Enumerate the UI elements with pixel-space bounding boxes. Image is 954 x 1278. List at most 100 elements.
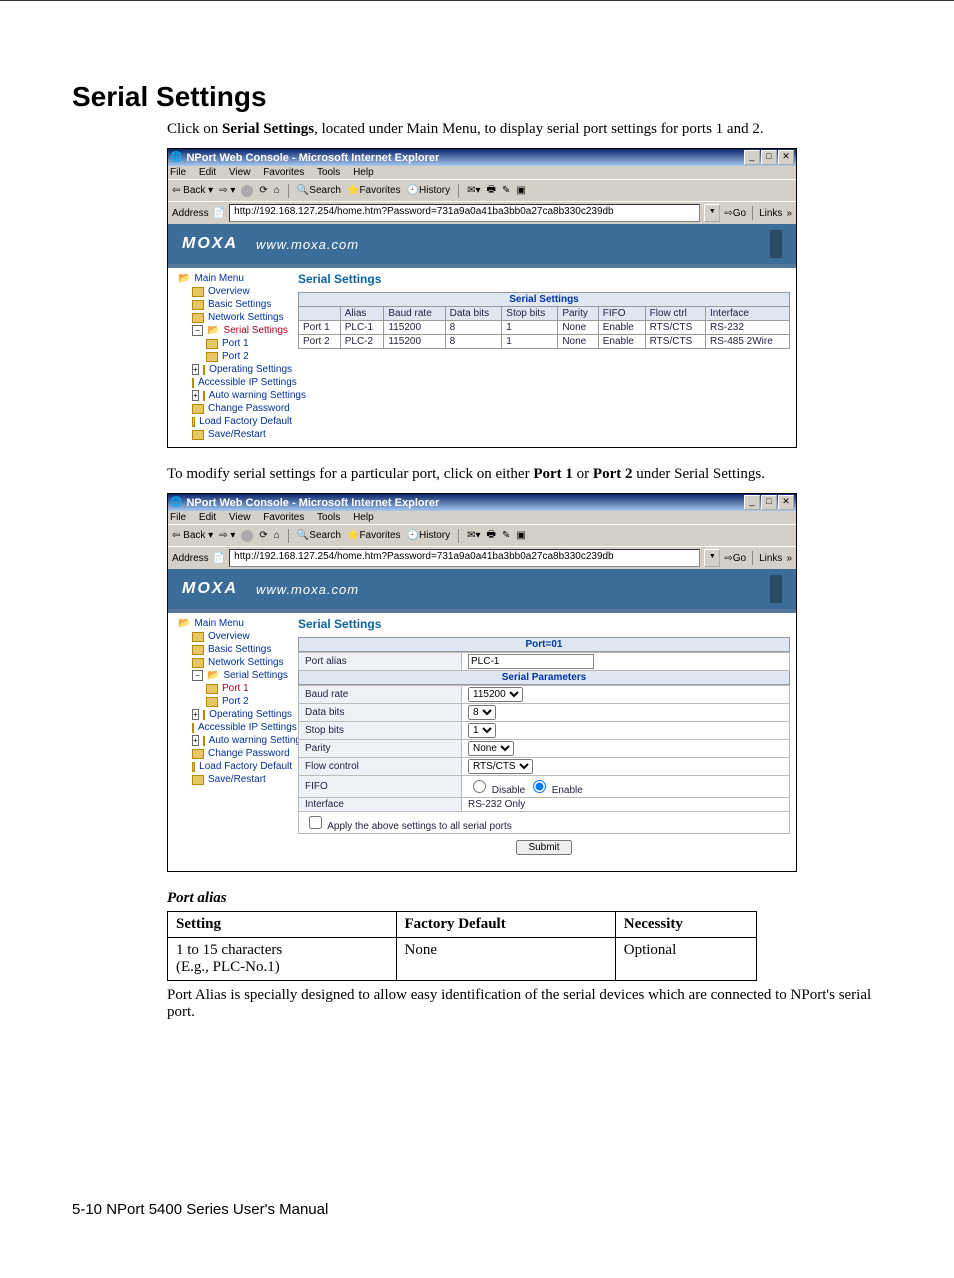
back-button[interactable]: ⇦ Back ▾ [172,530,213,541]
search-button[interactable]: 🔍Search [297,185,341,196]
history-button[interactable]: 🕘History [407,185,451,196]
go-button[interactable]: ⇨Go [724,553,746,564]
nav-network[interactable]: Network Settings [186,656,292,669]
back-button[interactable]: ⇦ Back ▾ [172,185,213,196]
brand-banner: MOXA www.moxa.com [168,569,796,609]
th-flow: Flow ctrl [645,307,705,321]
flow-label: Flow control [299,758,462,776]
nav-basic[interactable]: Basic Settings [186,298,292,311]
stop-icon[interactable] [241,185,253,197]
menu-file[interactable]: File [170,167,186,178]
menu-help[interactable]: Help [353,167,374,178]
td-flow: RTS/CTS [645,321,705,335]
refresh-icon[interactable]: ⟳ [259,530,267,541]
toolbar-divider-2 [458,529,459,543]
minimize-button[interactable]: _ [744,150,760,165]
history-button[interactable]: 🕘History [407,530,451,541]
nav-operating[interactable]: +Operating Settings [186,708,292,721]
nav-accessible[interactable]: Accessible IP Settings [186,376,292,389]
address-dropdown[interactable]: ▼ [704,204,720,222]
nav-main[interactable]: 📂Main Menu [172,272,292,285]
nav-saverestart[interactable]: Save/Restart [186,428,292,441]
nav-main[interactable]: 📂Main Menu [172,617,292,630]
maximize-button[interactable]: □ [761,495,777,510]
discuss-icon[interactable]: ▣ [516,185,525,196]
nav-port2[interactable]: Port 2 [200,695,292,708]
address-input[interactable]: http://192.168.127.254/home.htm?Password… [229,549,700,567]
menu-view[interactable]: View [229,512,251,523]
banner-strip [770,575,782,603]
nav-port2[interactable]: Port 2 [200,350,292,363]
parity-select[interactable]: None [468,741,514,756]
nav-changepw[interactable]: Change Password [186,747,292,760]
databits-select[interactable]: 8 [468,705,496,720]
mail-icon[interactable]: ✉▾ [467,185,480,196]
submit-button[interactable]: Submit [516,840,571,855]
nav-changepw[interactable]: Change Password [186,402,292,415]
alias-input[interactable] [468,654,594,669]
intro-paragraph: Click on Serial Settings, located under … [167,121,882,138]
spec-table: Setting Factory Default Necessity 1 to 1… [167,911,757,981]
nav-autowarn[interactable]: +Auto warning Settings [186,389,292,402]
nav-accessible[interactable]: Accessible IP Settings [186,721,292,734]
nav-serial[interactable]: −📂Serial Settings [186,324,292,337]
mail-icon[interactable]: ✉▾ [467,530,480,541]
stop-icon[interactable] [241,530,253,542]
edit-icon[interactable]: ✎ [502,530,510,541]
nav-basic[interactable]: Basic Settings [186,643,292,656]
fifo-enable-label: Enable [552,785,583,796]
baud-select[interactable]: 115200 [468,687,523,702]
discuss-icon[interactable]: ▣ [516,530,525,541]
menu-favorites[interactable]: Favorites [263,512,304,523]
favorites-button[interactable]: ⭐Favorites [347,530,401,541]
forward-button[interactable]: ⇨ ▾ [219,530,235,541]
page-icon: 📄 [213,208,225,219]
home-icon[interactable]: ⌂ [274,530,280,541]
nav-loaddef[interactable]: Load Factory Default [186,760,292,773]
address-dropdown[interactable]: ▼ [704,549,720,567]
flow-select[interactable]: RTS/CTS [468,759,533,774]
nav-operating[interactable]: +Operating Settings [186,363,292,376]
baud-label: Baud rate [299,686,462,704]
nav-port1[interactable]: Port 1 [200,682,292,695]
menu-tools[interactable]: Tools [317,167,340,178]
nav-overview[interactable]: Overview [186,285,292,298]
address-label: Address [172,553,209,564]
menu-favorites[interactable]: Favorites [263,167,304,178]
menu-edit[interactable]: Edit [199,167,216,178]
nav-network[interactable]: Network Settings [186,311,292,324]
menu-view[interactable]: View [229,167,251,178]
nav-overview[interactable]: Overview [186,630,292,643]
nav-port1[interactable]: Port 1 [200,337,292,350]
addr-divider [752,206,753,220]
nav-autowarn[interactable]: +Auto warning Settings [186,734,292,747]
links-label[interactable]: Links [759,208,782,219]
links-label[interactable]: Links [759,553,782,564]
go-button[interactable]: ⇨Go [724,208,746,219]
print-icon[interactable]: 🖶 [487,182,496,199]
address-input[interactable]: http://192.168.127.254/home.htm?Password… [229,204,700,222]
close-button[interactable]: ✕ [778,150,794,165]
refresh-icon[interactable]: ⟳ [259,185,267,196]
nav-loaddef[interactable]: Load Factory Default [186,415,292,428]
close-button[interactable]: ✕ [778,495,794,510]
fifo-disable-radio[interactable] [473,780,486,793]
parity-label: Parity [299,740,462,758]
home-icon[interactable]: ⌂ [274,185,280,196]
fifo-enable-radio[interactable] [533,780,546,793]
nav-serial[interactable]: −📂Serial Settings [186,669,292,682]
apply-all-checkbox[interactable] [309,816,322,829]
menu-help[interactable]: Help [353,512,374,523]
stopbits-select[interactable]: 1 [468,723,496,738]
nav-saverestart[interactable]: Save/Restart [186,773,292,786]
menu-edit[interactable]: Edit [199,512,216,523]
menu-tools[interactable]: Tools [317,512,340,523]
maximize-button[interactable]: □ [761,150,777,165]
menu-file[interactable]: File [170,512,186,523]
forward-button[interactable]: ⇨ ▾ [219,185,235,196]
minimize-button[interactable]: _ [744,495,760,510]
print-icon[interactable]: 🖶 [487,527,496,544]
edit-icon[interactable]: ✎ [502,185,510,196]
search-button[interactable]: 🔍Search [297,530,341,541]
favorites-button[interactable]: ⭐Favorites [347,185,401,196]
